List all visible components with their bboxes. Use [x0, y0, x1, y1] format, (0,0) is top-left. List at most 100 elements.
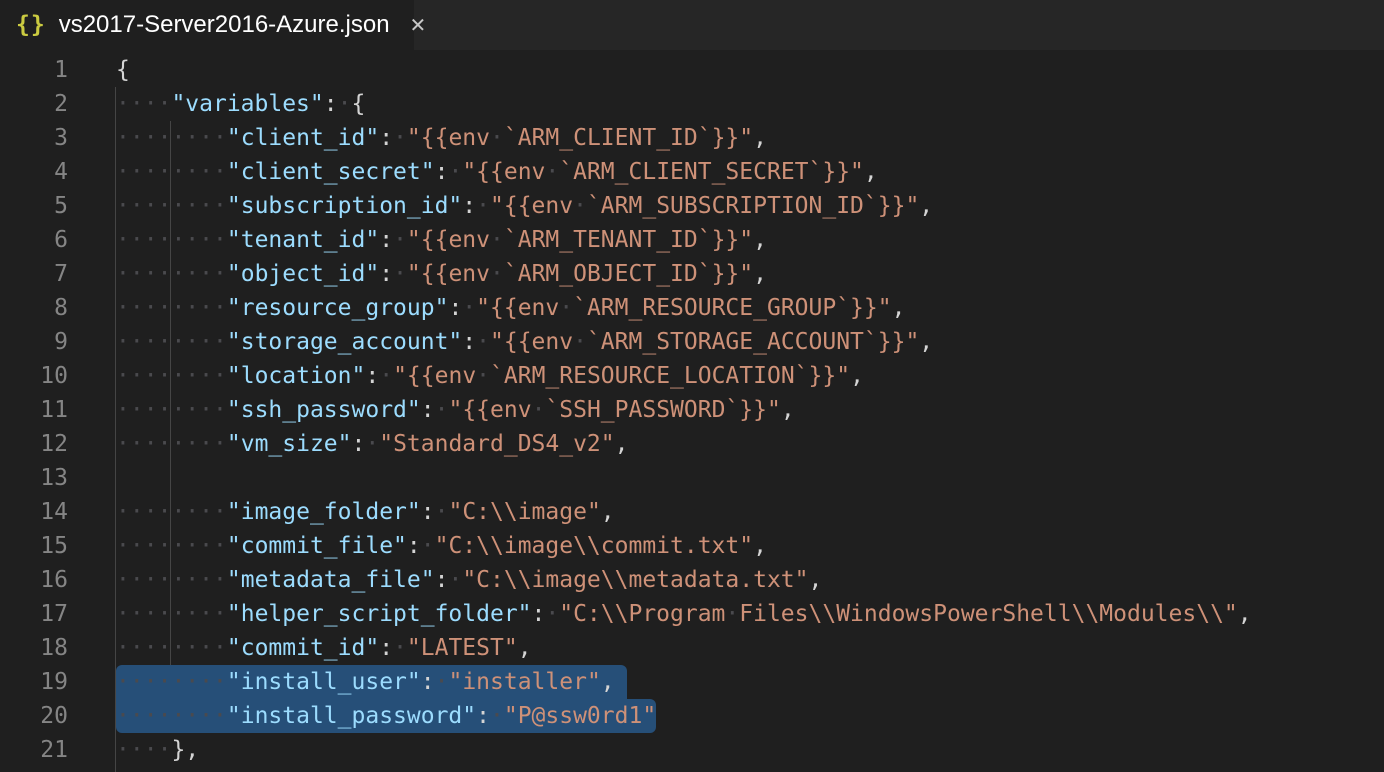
- json-punctuation: :: [379, 261, 393, 287]
- whitespace-dot: ·: [171, 533, 185, 559]
- code-line-16[interactable]: ········"metadata_file":·"C:\\image\\met…: [116, 563, 822, 597]
- json-string-value: "{{env: [448, 397, 531, 423]
- whitespace-dot: ·: [116, 91, 130, 117]
- line-number-2[interactable]: 2: [0, 87, 68, 121]
- whitespace-dot: ·: [171, 431, 185, 457]
- code-line-12[interactable]: ········"vm_size":·"Standard_DS4_v2",: [116, 427, 628, 461]
- whitespace-dot: ·: [144, 295, 158, 321]
- line-number-13[interactable]: 13: [0, 461, 68, 495]
- code-line-15[interactable]: ········"commit_file":·"C:\\image\\commi…: [116, 529, 767, 563]
- line-number-15[interactable]: 15: [0, 529, 68, 563]
- json-string-value: `ARM_TENANT_ID`}}": [504, 227, 753, 253]
- code-line-11[interactable]: ········"ssh_password":·"{{env·`SSH_PASS…: [116, 393, 795, 427]
- line-number-20[interactable]: 20: [0, 699, 68, 733]
- json-string-value: "P@ssw0rd1": [504, 703, 656, 729]
- whitespace-dot: ·: [199, 125, 213, 151]
- json-punctuation: :: [462, 329, 476, 355]
- line-number-7[interactable]: 7: [0, 257, 68, 291]
- line-number-12[interactable]: 12: [0, 427, 68, 461]
- whitespace-dot: ·: [158, 227, 172, 253]
- whitespace-dot: ·: [171, 363, 185, 389]
- line-number-4[interactable]: 4: [0, 155, 68, 189]
- code-line-6[interactable]: ········"tenant_id":·"{{env·`ARM_TENANT_…: [116, 223, 767, 257]
- json-string-value: "{{env: [476, 295, 559, 321]
- whitespace-dot: ·: [116, 431, 130, 457]
- line-number-6[interactable]: 6: [0, 223, 68, 257]
- whitespace-dot: ·: [116, 227, 130, 253]
- json-punctuation: :: [379, 227, 393, 253]
- tab-close-icon[interactable]: ✕: [410, 13, 427, 37]
- whitespace-dot: ·: [213, 601, 227, 627]
- code-line-20[interactable]: ········"install_password":·"P@ssw0rd1": [116, 699, 656, 733]
- code-line-7[interactable]: ········"object_id":·"{{env·`ARM_OBJECT_…: [116, 257, 767, 291]
- whitespace-dot: ·: [199, 533, 213, 559]
- whitespace-dot: ·: [144, 261, 158, 287]
- code-line-3[interactable]: ········"client_id":·"{{env·`ARM_CLIENT_…: [116, 121, 767, 155]
- whitespace-dot: ·: [490, 125, 504, 151]
- whitespace-dot: ·: [130, 601, 144, 627]
- code-line-10[interactable]: ········"location":·"{{env·`ARM_RESOURCE…: [116, 359, 864, 393]
- editor[interactable]: 123456789101112131415161718192021 {····"…: [0, 50, 1384, 772]
- whitespace-dot: ·: [213, 703, 227, 729]
- whitespace-dot: ·: [130, 431, 144, 457]
- code-line-1[interactable]: {: [116, 53, 130, 87]
- code-line-18[interactable]: ········"commit_id":·"LATEST",: [116, 631, 532, 665]
- whitespace-dot: ·: [393, 635, 407, 661]
- whitespace-dot: ·: [144, 567, 158, 593]
- whitespace-dot: ·: [116, 397, 130, 423]
- line-number-1[interactable]: 1: [0, 53, 68, 87]
- line-number-9[interactable]: 9: [0, 325, 68, 359]
- line-number-19[interactable]: 19: [0, 665, 68, 699]
- whitespace-dot: ·: [171, 193, 185, 219]
- json-punctuation: :: [379, 125, 393, 151]
- json-punctuation: :: [448, 295, 462, 321]
- line-number-5[interactable]: 5: [0, 189, 68, 223]
- whitespace-dot: ·: [144, 601, 158, 627]
- code-line-8[interactable]: ········"resource_group":·"{{env·`ARM_RE…: [116, 291, 905, 325]
- tab-vs2017-server2016-azure-json[interactable]: {} vs2017-Server2016-Azure.json ✕: [0, 0, 414, 50]
- whitespace-dot: ·: [130, 533, 144, 559]
- whitespace-dot: ·: [130, 737, 144, 763]
- whitespace-dot: ·: [116, 159, 130, 185]
- whitespace-dot: ·: [116, 601, 130, 627]
- code-line-21[interactable]: ····},: [116, 733, 199, 767]
- json-punctuation: :: [407, 533, 421, 559]
- whitespace-dot: ·: [185, 635, 199, 661]
- tab-title: vs2017-Server2016-Azure.json: [59, 11, 390, 39]
- whitespace-dot: ·: [199, 295, 213, 321]
- code-line-14[interactable]: ········"image_folder":·"C:\\image",: [116, 495, 615, 529]
- whitespace-dot: ·: [199, 363, 213, 389]
- json-key: "commit_id": [227, 635, 379, 661]
- line-number-14[interactable]: 14: [0, 495, 68, 529]
- code-line-2[interactable]: ····"variables":·{: [116, 87, 365, 121]
- code-line-17[interactable]: ········"helper_script_folder":·"C:\\Pro…: [116, 597, 1252, 631]
- line-number-17[interactable]: 17: [0, 597, 68, 631]
- json-punctuation: :: [421, 499, 435, 525]
- json-string-value: `ARM_CLIENT_ID`}}": [504, 125, 753, 151]
- code-line-9[interactable]: ········"storage_account":·"{{env·`ARM_S…: [116, 325, 933, 359]
- line-number-21[interactable]: 21: [0, 733, 68, 767]
- line-number-3[interactable]: 3: [0, 121, 68, 155]
- whitespace-dot: ·: [130, 329, 144, 355]
- whitespace-dot: ·: [144, 193, 158, 219]
- json-punctuation: ,: [864, 159, 878, 185]
- code-line-4[interactable]: ········"client_secret":·"{{env·`ARM_CLI…: [116, 155, 878, 189]
- json-string-value: "{{env: [490, 329, 573, 355]
- line-number-11[interactable]: 11: [0, 393, 68, 427]
- line-number-18[interactable]: 18: [0, 631, 68, 665]
- code-line-5[interactable]: ········"subscription_id":·"{{env·`ARM_S…: [116, 189, 933, 223]
- line-number-10[interactable]: 10: [0, 359, 68, 393]
- json-punctuation: ,: [601, 669, 615, 695]
- whitespace-dot: ·: [130, 499, 144, 525]
- whitespace-dot: ·: [185, 703, 199, 729]
- whitespace-dot: ·: [158, 601, 172, 627]
- json-punctuation: ,: [1238, 601, 1252, 627]
- json-string-value: "LATEST": [407, 635, 518, 661]
- json-punctuation: :: [435, 567, 449, 593]
- line-number-8[interactable]: 8: [0, 291, 68, 325]
- json-string-value: `ARM_OBJECT_ID`}}": [504, 261, 753, 287]
- whitespace-dot: ·: [144, 703, 158, 729]
- line-number-16[interactable]: 16: [0, 563, 68, 597]
- code-line-19[interactable]: ········"install_user":·"installer",: [116, 665, 615, 699]
- whitespace-dot: ·: [185, 431, 199, 457]
